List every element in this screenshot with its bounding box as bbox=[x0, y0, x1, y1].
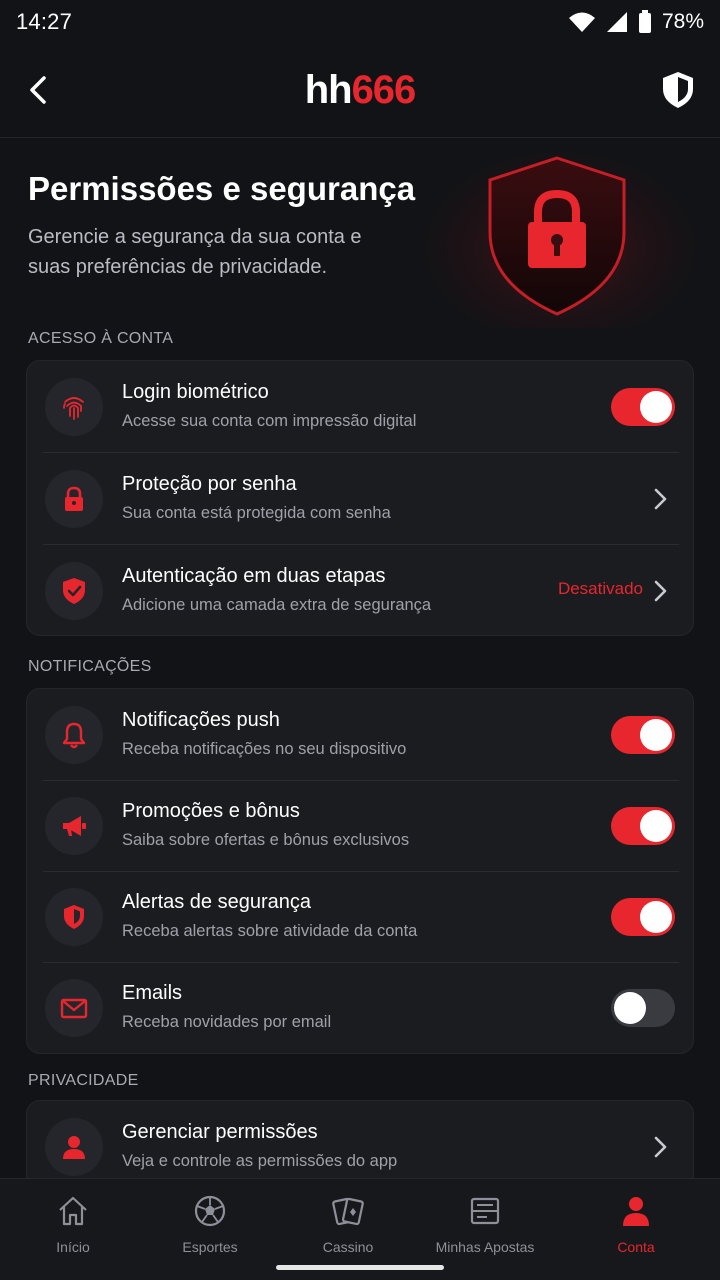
row-title: Promoções e bônus bbox=[122, 800, 300, 822]
battery-percentage: 78% bbox=[661, 10, 704, 33]
nav-item-sports[interactable]: Esportes bbox=[140, 1193, 280, 1263]
chevron-right-icon bbox=[654, 488, 667, 510]
row-promotions[interactable]: Promoções e bônus Saiba sobre ofertas e … bbox=[27, 780, 695, 872]
status-icons: 78% bbox=[568, 10, 704, 34]
shield-lock-icon bbox=[488, 156, 626, 316]
toggle-knob bbox=[640, 391, 672, 423]
app-logo: hh666 bbox=[304, 68, 417, 113]
user-icon bbox=[623, 1197, 649, 1226]
shield-alert-icon bbox=[45, 888, 103, 946]
row-emails[interactable]: Emails Receba novidades por email bbox=[27, 962, 695, 1054]
megaphone-icon bbox=[45, 797, 103, 855]
soccer-ball-icon bbox=[194, 1195, 226, 1227]
two-factor-status: Desativado bbox=[557, 579, 643, 598]
user-icon bbox=[45, 1118, 103, 1176]
row-desc: Veja e controle as permissões do app bbox=[122, 1152, 398, 1170]
section-label-account: ACESSO À CONTA bbox=[28, 330, 174, 347]
page-title: Permissões e segurança bbox=[28, 170, 416, 207]
page-subtitle: Gerencie a segurança da sua conta e suas… bbox=[28, 226, 362, 278]
back-button[interactable] bbox=[22, 72, 58, 108]
nav-label: Conta bbox=[617, 1239, 655, 1255]
row-desc: Adicione uma camada extra de segurança bbox=[122, 596, 432, 614]
nav-item-my-bets[interactable]: Minhas Apostas bbox=[415, 1193, 555, 1263]
promotions-toggle[interactable] bbox=[611, 807, 675, 845]
home-indicator[interactable] bbox=[276, 1265, 444, 1270]
row-desc: Sua conta está protegida com senha bbox=[122, 504, 391, 522]
battery-icon bbox=[638, 10, 651, 33]
nav-label: Início bbox=[56, 1239, 90, 1255]
security-alerts-toggle[interactable] bbox=[611, 898, 675, 936]
nav-item-casino[interactable]: Cassino bbox=[278, 1193, 418, 1263]
row-title: Emails bbox=[122, 982, 183, 1004]
nav-label: Esportes bbox=[182, 1239, 238, 1255]
toggle-knob bbox=[640, 901, 672, 933]
chevron-right-icon bbox=[654, 580, 667, 602]
row-title: Autenticação em duas etapas bbox=[122, 565, 386, 587]
push-toggle[interactable] bbox=[611, 716, 675, 754]
row-title: Proteção por senha bbox=[122, 473, 297, 495]
row-two-factor[interactable]: Autenticação em duas etapas Adicione uma… bbox=[27, 545, 695, 637]
notifications-card: Notificações push Receba notificações no… bbox=[26, 688, 694, 1054]
home-icon bbox=[59, 1196, 87, 1226]
bell-icon bbox=[45, 706, 103, 764]
shield-check-icon bbox=[45, 562, 103, 620]
cards-icon bbox=[332, 1197, 364, 1226]
wifi-icon bbox=[568, 12, 595, 32]
signal-icon bbox=[606, 12, 627, 32]
section-label-privacy: PRIVACIDADE bbox=[28, 1072, 139, 1089]
nav-item-home[interactable]: Início bbox=[3, 1193, 143, 1263]
row-title: Alertas de segurança bbox=[122, 891, 312, 913]
nav-label: Minhas Apostas bbox=[435, 1239, 535, 1255]
row-desc: Receba notificações no seu dispositivo bbox=[122, 740, 407, 758]
logo-text-666: 666 bbox=[351, 68, 417, 112]
row-security-alerts[interactable]: Alertas de segurança Receba alertas sobr… bbox=[27, 871, 695, 963]
status-time: 14:27 bbox=[16, 9, 73, 34]
row-desc: Receba alertas sobre atividade da conta bbox=[122, 922, 418, 940]
nav-item-account[interactable]: Conta bbox=[566, 1193, 706, 1263]
biometric-toggle[interactable] bbox=[611, 388, 675, 426]
emails-toggle[interactable] bbox=[611, 989, 675, 1027]
row-title: Notificações push bbox=[122, 709, 280, 731]
mail-icon bbox=[45, 979, 103, 1037]
ticket-icon bbox=[470, 1197, 500, 1225]
toggle-knob bbox=[640, 810, 672, 842]
chevron-right-icon bbox=[654, 1136, 667, 1158]
nav-label: Cassino bbox=[322, 1239, 374, 1255]
toggle-knob bbox=[640, 719, 672, 751]
row-title: Gerenciar permissões bbox=[122, 1121, 318, 1143]
fingerprint-icon bbox=[45, 378, 103, 436]
app-header: hh666 bbox=[0, 44, 720, 138]
status-bar: 14:27 78% bbox=[0, 0, 720, 44]
section-label-notifications: NOTIFICAÇÕES bbox=[28, 658, 152, 675]
security-shield-button[interactable] bbox=[660, 70, 696, 110]
toggle-knob bbox=[614, 992, 646, 1024]
row-desc: Saiba sobre ofertas e bônus exclusivos bbox=[122, 831, 410, 849]
logo-text-hh: hh bbox=[304, 68, 353, 112]
account-card: Login biométrico Acesse sua conta com im… bbox=[26, 360, 694, 636]
hero-section: Permissões e segurança Gerencie a segura… bbox=[0, 138, 720, 328]
row-biometric-login[interactable]: Login biométrico Acesse sua conta com im… bbox=[27, 361, 695, 453]
row-push-notifications[interactable]: Notificações push Receba notificações no… bbox=[27, 689, 695, 781]
lock-icon bbox=[45, 470, 103, 528]
row-password-protection[interactable]: Proteção por senha Sua conta está proteg… bbox=[27, 453, 695, 545]
row-title: Login biométrico bbox=[122, 381, 269, 403]
row-desc: Acesse sua conta com impressão digital bbox=[122, 412, 417, 430]
row-desc: Receba novidades por email bbox=[122, 1013, 332, 1031]
